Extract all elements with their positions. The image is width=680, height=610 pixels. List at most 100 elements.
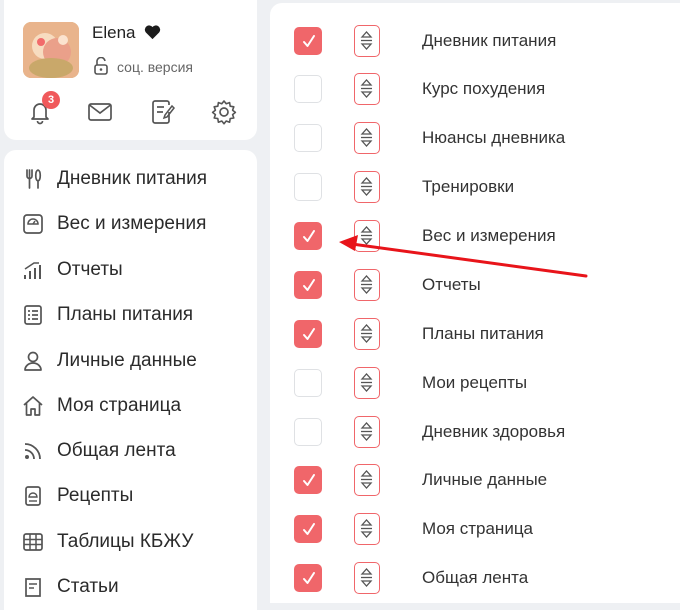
sidebar-item-recipes[interactable]: Рецепты: [4, 476, 257, 516]
home-icon: [23, 396, 43, 416]
sidebar-item-label: Личные данные: [57, 350, 197, 371]
left-panel: Elena соц. версия 3 Дневник питания Вес …: [4, 0, 257, 610]
row-label: Дневник питания: [422, 31, 557, 50]
sort-arrows-icon: [360, 177, 373, 196]
drag-handle[interactable]: [354, 171, 380, 203]
sort-arrows-icon: [360, 79, 373, 98]
drag-handle[interactable]: [354, 25, 380, 57]
settings-row: Тренировки: [270, 167, 680, 207]
drag-handle[interactable]: [354, 73, 380, 105]
check-icon: [303, 328, 315, 340]
drag-handle[interactable]: [354, 367, 380, 399]
row-label: Курс похудения: [422, 79, 546, 98]
mail-icon[interactable]: [86, 98, 114, 126]
sidebar-item-articles[interactable]: Статьи: [4, 567, 257, 607]
checkbox-checked[interactable]: [294, 222, 322, 250]
sidebar-item-label: Планы питания: [57, 304, 194, 325]
settings-row: Нюансы дневника: [270, 118, 680, 158]
avatar[interactable]: [23, 22, 79, 78]
checkbox-checked[interactable]: [294, 466, 322, 494]
check-icon: [303, 230, 315, 242]
checkbox-checked[interactable]: [294, 515, 322, 543]
drag-handle[interactable]: [354, 122, 380, 154]
settings-row: Планы питания: [270, 314, 680, 354]
check-icon: [303, 572, 315, 584]
row-label: Планы питания: [422, 324, 544, 343]
user-name[interactable]: Elena: [92, 23, 135, 43]
list-icon: [24, 305, 42, 325]
checkbox-unchecked[interactable]: [294, 369, 322, 397]
settings-row: Мои рецепты: [270, 363, 680, 403]
sort-arrows-icon: [360, 31, 373, 50]
row-label: Общая лента: [422, 568, 529, 587]
settings-row: Вес и измерения: [270, 216, 680, 256]
settings-row: Отчеты: [270, 265, 680, 305]
recipe-icon: [25, 486, 41, 506]
row-label: Личные данные: [422, 470, 548, 489]
sidebar-item-weight[interactable]: Вес и измерения: [4, 204, 257, 244]
sort-arrows-icon: [360, 275, 373, 294]
scale-icon: [23, 214, 43, 234]
drag-handle[interactable]: [354, 220, 380, 252]
sort-arrows-icon: [360, 568, 373, 587]
lock-open-icon: [94, 57, 108, 75]
settings-row: Общая лента: [270, 558, 680, 598]
drag-handle[interactable]: [354, 416, 380, 448]
sidebar-menu: Дневник питания Вес и измерения Отчеты П…: [4, 150, 257, 610]
sidebar-item-food-diary[interactable]: Дневник питания: [4, 159, 257, 199]
bar-chart-icon: [24, 262, 41, 279]
sidebar-item-feed[interactable]: Общая лента: [4, 431, 257, 471]
row-label: Дневник здоровья: [422, 422, 566, 441]
settings-row: Личные данные: [270, 460, 680, 500]
checkbox-unchecked[interactable]: [294, 75, 322, 103]
sidebar-item-label: Дневник питания: [57, 168, 208, 189]
fork-knife-icon: [26, 169, 42, 189]
rss-icon: [24, 443, 41, 460]
settings-row: Дневник здоровья: [270, 412, 680, 452]
heart-icon: [144, 25, 161, 40]
sidebar-item-label: Моя страница: [57, 395, 182, 416]
checkbox-unchecked[interactable]: [294, 124, 322, 152]
sidebar-item-my-page[interactable]: Моя страница: [4, 386, 257, 426]
row-label: Мои рецепты: [422, 373, 528, 392]
settings-row: Курс похудения: [270, 69, 680, 109]
check-icon: [303, 279, 315, 291]
drag-handle[interactable]: [354, 464, 380, 496]
drag-handle[interactable]: [354, 513, 380, 545]
drag-handle[interactable]: [354, 562, 380, 594]
checkbox-checked[interactable]: [294, 27, 322, 55]
settings-row: Дневник питания: [270, 21, 680, 61]
table-icon: [23, 533, 43, 551]
check-icon: [303, 474, 315, 486]
row-label: Вес и измерения: [422, 226, 556, 245]
checkbox-checked[interactable]: [294, 271, 322, 299]
article-icon: [25, 578, 41, 597]
version-label: соц. версия: [117, 59, 193, 75]
checkbox-unchecked[interactable]: [294, 418, 322, 446]
checkbox-checked[interactable]: [294, 564, 322, 592]
gear-icon[interactable]: [210, 98, 238, 126]
sidebar-item-label: Вес и измерения: [57, 213, 207, 234]
check-icon: [303, 523, 315, 535]
sort-arrows-icon: [360, 470, 373, 489]
sort-arrows-icon: [360, 373, 373, 392]
notes-icon[interactable]: [148, 98, 176, 126]
sort-arrows-icon: [360, 519, 373, 538]
checkbox-unchecked[interactable]: [294, 173, 322, 201]
sidebar-item-nutrition-tables[interactable]: Таблицы КБЖУ: [4, 522, 257, 562]
row-label: Тренировки: [422, 177, 515, 196]
row-label: Отчеты: [422, 275, 481, 294]
sidebar-item-personal-data[interactable]: Личные данные: [4, 341, 257, 381]
checkbox-checked[interactable]: [294, 320, 322, 348]
profile-card: Elena соц. версия 3: [4, 0, 257, 140]
sidebar-item-meal-plans[interactable]: Планы питания: [4, 295, 257, 335]
drag-handle[interactable]: [354, 318, 380, 350]
sort-arrows-icon: [360, 226, 373, 245]
user-icon: [24, 351, 42, 371]
drag-handle[interactable]: [354, 269, 380, 301]
sidebar-item-reports[interactable]: Отчеты: [4, 250, 257, 290]
sidebar-item-label: Отчеты: [57, 259, 123, 280]
sort-arrows-icon: [360, 422, 373, 441]
check-icon: [303, 35, 315, 47]
notification-badge: 3: [42, 91, 60, 109]
